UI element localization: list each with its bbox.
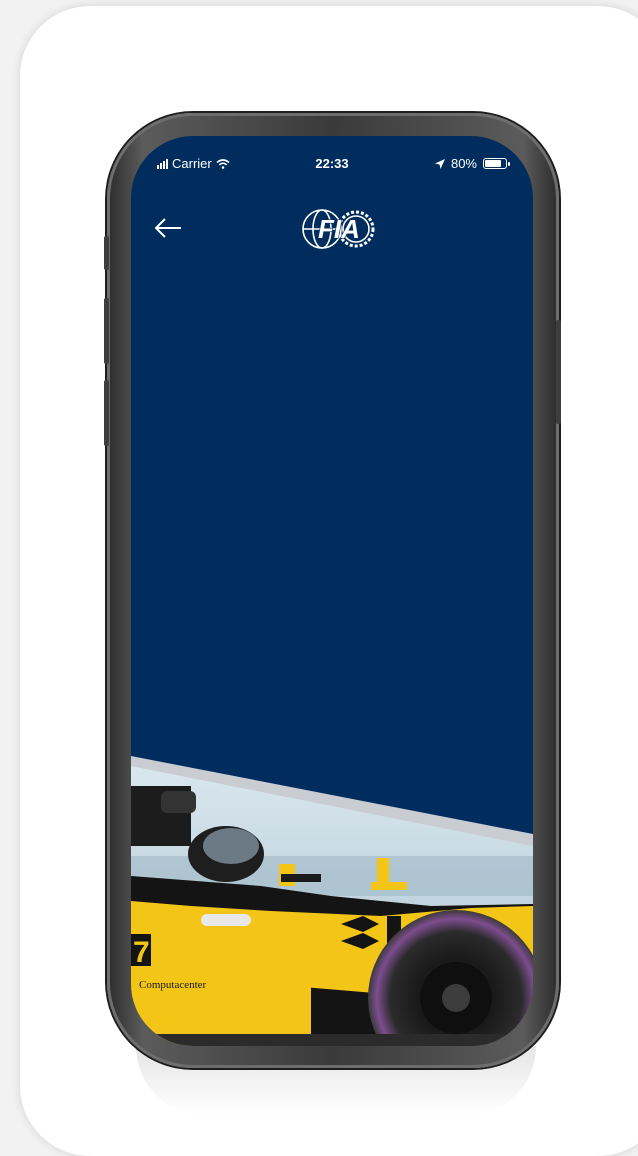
volume-down-button: [104, 380, 109, 446]
volume-up-button: [104, 298, 109, 364]
car-number: 7: [133, 936, 150, 969]
phone-screen: Carrier 22:33 80% FIA 7 Computacenter: [131, 136, 533, 1046]
status-right: 80%: [434, 156, 510, 171]
hero-race-car-image: 7 Computacenter: [131, 756, 533, 1046]
logo-text: FIA: [318, 214, 360, 244]
battery-percent: 80%: [450, 156, 477, 171]
battery-fill: [485, 160, 501, 167]
status-bar: Carrier 22:33 80%: [131, 136, 533, 176]
car-sponsor-text: Computacenter: [139, 979, 207, 991]
fia-logo: FIA: [302, 209, 375, 249]
location-arrow-icon: [434, 158, 445, 169]
battery-icon: [483, 158, 510, 169]
arrow-left-icon[interactable]: [153, 216, 183, 240]
mute-switch: [104, 236, 109, 270]
power-button: [556, 320, 561, 424]
